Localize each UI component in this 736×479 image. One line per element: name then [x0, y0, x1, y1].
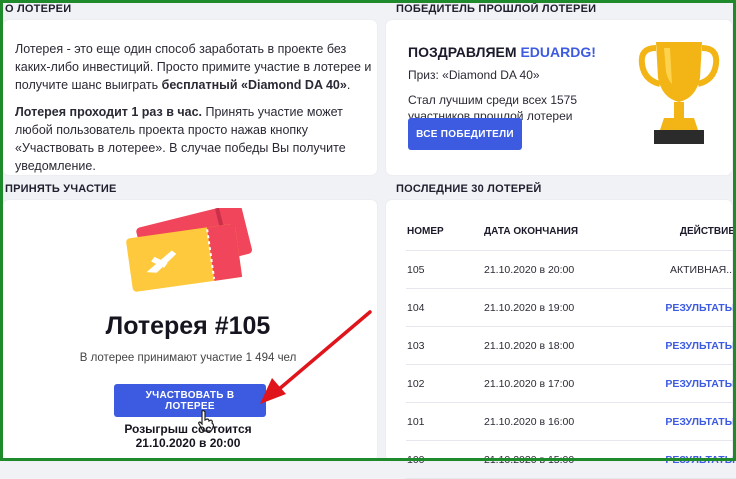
- about-p1-end: .: [346, 78, 351, 92]
- row-date: 21.10.2020 в 15:00: [483, 440, 628, 479]
- col-action-header: ДЕЙСТВИЕ: [627, 212, 736, 251]
- row-number: 101: [406, 402, 483, 441]
- participate-card: Лотерея #105 В лотерее принимают участие…: [3, 200, 377, 461]
- results-link[interactable]: РЕЗУЛЬТАТЫ: [627, 364, 736, 403]
- results-link[interactable]: РЕЗУЛЬТАТЫ: [627, 326, 736, 365]
- about-p1-prize: бесплатный «Diamond DA 40»: [161, 78, 347, 92]
- row-date: 21.10.2020 в 19:00: [483, 288, 628, 327]
- results-link[interactable]: РЕЗУЛЬТАТЫ: [627, 402, 736, 441]
- participants-count: В лотерее принимают участие 1 494 чел: [79, 352, 297, 364]
- winner-heading: ПОЗДРАВЛЯЕМ EDUARDG!: [408, 44, 596, 60]
- recent-section-title: ПОСЛЕДНИЕ 30 ЛОТЕРЕЙ: [396, 183, 542, 195]
- table-row: 100 21.10.2020 в 15:00 РЕЗУЛЬТАТЫ: [406, 440, 736, 479]
- about-section-title: О ЛОТЕРЕИ: [5, 3, 72, 15]
- table-row: 103 21.10.2020 в 18:00 РЕЗУЛЬТАТЫ: [406, 326, 736, 365]
- row-status: АКТИВНАЯ...: [627, 250, 736, 289]
- row-number: 100: [406, 440, 483, 479]
- results-link[interactable]: РЕЗУЛЬТАТЫ: [627, 440, 736, 479]
- participate-section-title: ПРИНЯТЬ УЧАСТИЕ: [5, 183, 117, 195]
- all-winners-button[interactable]: ВСЕ ПОБЕДИТЕЛИ: [408, 118, 522, 150]
- results-link[interactable]: РЕЗУЛЬТАТЫ: [627, 288, 736, 327]
- row-number: 102: [406, 364, 483, 403]
- about-card: Лотерея - это еще один способ заработать…: [3, 20, 377, 175]
- table-row: 105 21.10.2020 в 20:00 АКТИВНАЯ...: [406, 250, 736, 289]
- draw-line-2: 21.10.2020 в 20:00: [135, 436, 241, 450]
- row-date: 21.10.2020 в 16:00: [483, 402, 628, 441]
- participate-button[interactable]: УЧАСТВОВАТЬ В ЛОТЕРЕЕ: [114, 384, 266, 417]
- recent-lotteries-card: НОМЕР ДАТА ОКОНЧАНИЯ ДЕЙСТВИЕ 105 21.10.…: [386, 200, 736, 479]
- row-number: 105: [406, 250, 483, 289]
- trophy-icon: [638, 42, 720, 144]
- about-paragraph-1: Лотерея - это еще один способ заработать…: [15, 40, 375, 94]
- col-number-header: НОМЕР: [406, 212, 483, 251]
- winner-card: ПОЗДРАВЛЯЕМ EDUARDG! Приз: «Diamond DA 4…: [386, 20, 732, 175]
- table-row: 101 21.10.2020 в 16:00 РЕЗУЛЬТАТЫ: [406, 402, 736, 441]
- draw-info: Розыгрыш состоится 21.10.2020 в 20:00: [3, 422, 373, 450]
- lottery-title: Лотерея #105: [105, 312, 271, 340]
- winner-name: EDUARDG!: [520, 44, 596, 60]
- table-header-row: НОМЕР ДАТА ОКОНЧАНИЯ ДЕЙСТВИЕ: [406, 212, 736, 251]
- lotteries-table: НОМЕР ДАТА ОКОНЧАНИЯ ДЕЙСТВИЕ 105 21.10.…: [406, 212, 736, 479]
- about-text: Лотерея - это еще один способ заработать…: [15, 40, 375, 184]
- row-date: 21.10.2020 в 17:00: [483, 364, 628, 403]
- winner-section-title: ПОБЕДИТЕЛЬ ПРОШЛОЙ ЛОТЕРЕИ: [396, 3, 597, 15]
- ticket-icon: [126, 208, 252, 292]
- about-p2-bold: Лотерея проходит 1 раз в час.: [15, 105, 202, 119]
- col-date-header: ДАТА ОКОНЧАНИЯ: [483, 212, 628, 251]
- table-row: 104 21.10.2020 в 19:00 РЕЗУЛЬТАТЫ: [406, 288, 736, 327]
- winner-prize: Приз: «Diamond DA 40»: [408, 68, 540, 82]
- winner-congrats: ПОЗДРАВЛЯЕМ: [408, 44, 521, 60]
- about-paragraph-2: Лотерея проходит 1 раз в час. Принять уч…: [15, 103, 375, 175]
- row-number: 104: [406, 288, 483, 327]
- draw-line-1: Розыгрыш состоится: [124, 422, 252, 436]
- row-date: 21.10.2020 в 20:00: [483, 250, 628, 289]
- row-date: 21.10.2020 в 18:00: [483, 326, 628, 365]
- row-number: 103: [406, 326, 483, 365]
- table-row: 102 21.10.2020 в 17:00 РЕЗУЛЬТАТЫ: [406, 364, 736, 403]
